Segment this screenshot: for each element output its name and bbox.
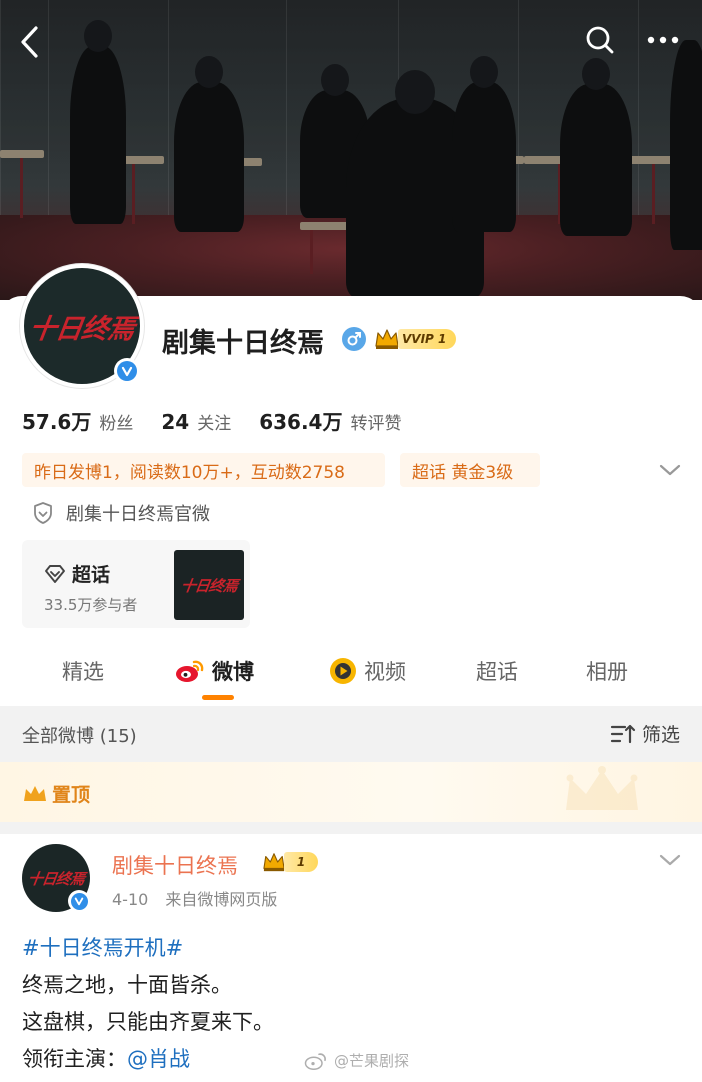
cover-figure bbox=[174, 56, 244, 232]
post-avatar-logo: 十日终焉 bbox=[26, 869, 86, 888]
engagement-label: 转评赞 bbox=[350, 414, 402, 434]
vip-badge[interactable]: VVIP 1 bbox=[374, 327, 458, 351]
supertopic-title-row: 超话 bbox=[44, 560, 110, 587]
avatar-logo: 十日终焉 bbox=[27, 313, 136, 345]
crown-icon bbox=[24, 785, 46, 801]
verified-badge bbox=[68, 890, 90, 912]
filter-label: 筛选 bbox=[642, 724, 681, 746]
cover-figure bbox=[560, 58, 632, 236]
filter-sort-icon bbox=[610, 724, 636, 743]
search-icon bbox=[586, 26, 614, 54]
more-horizontal-icon bbox=[647, 36, 679, 44]
supertopic-thumbnail: 十日终焉 bbox=[174, 550, 244, 620]
verified-icon bbox=[74, 897, 84, 906]
following-label[interactable]: 关注 bbox=[197, 409, 231, 434]
followers-count[interactable]: 57.6万 bbox=[22, 406, 91, 435]
supertopic-participants: 33.5万参与者 bbox=[44, 596, 138, 614]
back-button[interactable] bbox=[8, 20, 52, 64]
weibo-icon bbox=[304, 1052, 326, 1070]
profile-name: 剧集十日终焉 bbox=[162, 328, 324, 359]
supertopic-card[interactable]: 超话 33.5万参与者 十日终焉 bbox=[22, 540, 250, 628]
tab-weibo[interactable]: 微博 bbox=[174, 656, 254, 686]
post-meta: 4-10 来自微博网页版 bbox=[112, 886, 277, 910]
verified-icon bbox=[121, 366, 133, 377]
verified-badge bbox=[114, 358, 140, 384]
tab-album[interactable]: 相册 bbox=[586, 656, 628, 686]
tab-featured[interactable]: 精选 bbox=[62, 656, 104, 686]
shield-icon bbox=[34, 502, 52, 524]
activity-stats-pill[interactable]: 昨日发博1，阅读数10万+，互动数2758 bbox=[22, 453, 385, 487]
more-button[interactable] bbox=[638, 18, 688, 62]
vip-label: VVIP 1 bbox=[398, 329, 457, 349]
tab-label: 超话 bbox=[476, 660, 518, 684]
post-mention-link[interactable]: @肖战 bbox=[127, 1047, 190, 1071]
search-button[interactable] bbox=[578, 18, 622, 62]
official-account-label: 剧集十日终焉官微 bbox=[66, 504, 210, 525]
tab-label: 精选 bbox=[62, 660, 104, 684]
weibo-post[interactable]: 十日终焉 剧集十日终焉 1 4-10 来自微博网页版 #十日终焉开机# 终焉之地… bbox=[0, 834, 702, 1082]
post-options-button[interactable] bbox=[656, 848, 684, 872]
video-icon bbox=[330, 658, 356, 684]
engagement-count: 636.4万 bbox=[259, 410, 343, 434]
cover-figure bbox=[452, 56, 516, 232]
pinned-label-row: 置顶 bbox=[22, 780, 90, 807]
crown-watermark-icon bbox=[566, 766, 638, 810]
active-tab-indicator bbox=[202, 695, 234, 700]
tab-label: 微博 bbox=[212, 660, 254, 684]
post-line-cast: 领衔主演：@肖战 bbox=[22, 1041, 274, 1078]
post-body: #十日终焉开机# 终焉之地，十面皆杀。 这盘棋，只能由齐夏来下。 领衔主演：@肖… bbox=[22, 930, 274, 1078]
post-line: 这盘棋，只能由齐夏来下。 bbox=[22, 1010, 274, 1034]
tab-supertopic[interactable]: 超话 bbox=[476, 656, 518, 686]
post-cast-prefix: 领衔主演： bbox=[22, 1047, 127, 1071]
cover-figure bbox=[670, 40, 702, 250]
cover-image bbox=[0, 0, 702, 300]
weibo-icon bbox=[176, 660, 204, 682]
chevron-down-icon bbox=[659, 464, 681, 476]
profile-stats: 57.6万 粉丝 24 关注 636.4万 转评赞 bbox=[22, 406, 429, 435]
supertopic-thumb-logo: 十日终焉 bbox=[179, 576, 239, 595]
crown-icon bbox=[263, 853, 285, 872]
tab-label: 视频 bbox=[364, 660, 406, 684]
chevron-down-icon bbox=[659, 854, 681, 866]
cover-figure bbox=[70, 20, 126, 224]
post-author-name[interactable]: 剧集十日终焉 bbox=[112, 850, 238, 880]
feed-filter-bar: 全部微博 (15) 筛选 bbox=[0, 706, 702, 762]
supertopic-level-pill[interactable]: 超话 黄金3级 bbox=[400, 453, 540, 487]
chevron-left-icon bbox=[21, 26, 38, 58]
profile-tabs: 精选 微博 视频 超话 相册 bbox=[0, 648, 702, 706]
expand-profile-button[interactable] bbox=[656, 458, 684, 482]
male-gender-icon bbox=[342, 327, 366, 351]
tab-video[interactable]: 视频 bbox=[328, 656, 406, 686]
tab-label: 相册 bbox=[586, 660, 628, 684]
crown-icon bbox=[375, 329, 399, 349]
following-count[interactable]: 24 bbox=[161, 410, 189, 434]
section-divider bbox=[0, 822, 702, 834]
supertopic-title: 超话 bbox=[72, 564, 111, 586]
post-source: 来自微博网页版 bbox=[165, 890, 278, 909]
post-author-vip-badge: 1 bbox=[262, 851, 318, 873]
post-hashtag-link[interactable]: #十日终焉开机# bbox=[22, 930, 274, 967]
diamond-icon bbox=[45, 564, 65, 583]
pinned-label: 置顶 bbox=[52, 784, 91, 806]
filter-button[interactable]: 筛选 bbox=[610, 720, 680, 747]
post-vip-level: 1 bbox=[284, 852, 318, 872]
official-account-info: 剧集十日终焉官微 bbox=[32, 500, 210, 526]
followers-label[interactable]: 粉丝 bbox=[99, 409, 133, 434]
pinned-banner: 置顶 bbox=[0, 762, 702, 822]
post-date: 4-10 bbox=[112, 890, 149, 909]
watermark-text: @芒果剧探 bbox=[334, 1052, 410, 1070]
image-watermark: @芒果剧探 bbox=[304, 1050, 409, 1071]
post-line: 终焉之地，十面皆杀。 bbox=[22, 973, 232, 997]
all-posts-count: 全部微博 (15) bbox=[22, 726, 137, 747]
